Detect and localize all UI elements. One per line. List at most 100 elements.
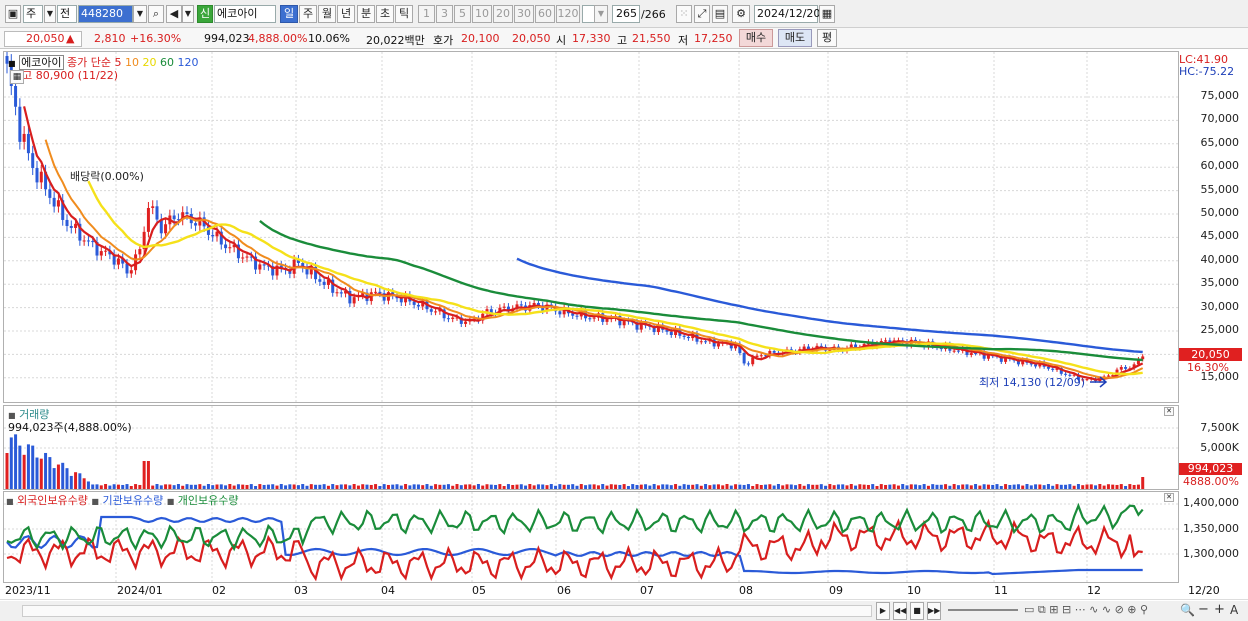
dots-icon[interactable]: ⁙ — [676, 5, 692, 23]
candle-body — [318, 279, 322, 282]
volume-bar — [738, 484, 742, 489]
candle-body — [245, 256, 249, 258]
plus-icon[interactable]: + — [1214, 602, 1225, 617]
volume-bar — [986, 484, 990, 489]
candle-body — [746, 363, 750, 365]
buy-button[interactable]: 매수 — [739, 29, 773, 47]
volume-bar — [189, 484, 193, 489]
volume-close-icon[interactable]: ✕ — [1164, 407, 1174, 416]
interval-30[interactable]: 30 — [514, 5, 534, 23]
tab-daily[interactable]: 일 — [280, 5, 298, 23]
crosshair-icon[interactable]: ⤢ — [694, 5, 710, 23]
volume-bar — [249, 484, 253, 489]
volume-bar — [1124, 485, 1128, 489]
minus-icon[interactable]: − — [1198, 602, 1209, 617]
candle-body — [558, 311, 562, 315]
holdings-pane[interactable]: ■ 외국인보유수량 ■ 기관보유수량 ■ 개인보유수량 ✕ — [3, 491, 1179, 583]
tab-yearly[interactable]: 년 — [337, 5, 355, 23]
holdings-close-icon[interactable]: ✕ — [1164, 493, 1174, 502]
volume-bar — [515, 484, 519, 489]
period-select[interactable]: 전 — [57, 5, 77, 23]
candle-body — [374, 291, 378, 293]
calendar-icon[interactable]: ▦ — [819, 5, 835, 23]
interval-1[interactable]: 1 — [418, 5, 435, 23]
stop-icon[interactable]: ■ — [910, 602, 924, 620]
save-icon[interactable]: ▤ — [712, 5, 728, 23]
tab-second[interactable]: 초 — [376, 5, 394, 23]
stock-name-field[interactable]: 에코아이 — [214, 5, 276, 23]
volume-bar — [494, 484, 498, 489]
volume-bar — [434, 484, 438, 489]
volume-bar — [125, 484, 129, 489]
volume-bar — [146, 461, 150, 489]
candle-body — [986, 355, 990, 359]
interval-120[interactable]: 120 — [556, 5, 580, 23]
tool-icons[interactable]: ▭ ⧉ ⊞ ⊟ ⋯ ∿ ∿ ⊘ ⊕ ⚲ — [1024, 603, 1148, 617]
tab-minute[interactable]: 분 — [357, 5, 375, 23]
candle-body — [211, 234, 215, 237]
volume-bar — [558, 484, 562, 489]
candle-body — [86, 240, 90, 242]
volume-bar — [74, 472, 78, 489]
tab-monthly[interactable]: 월 — [318, 5, 336, 23]
interval-20[interactable]: 20 — [493, 5, 513, 23]
tab-tick[interactable]: 틱 — [395, 5, 413, 23]
zoom-slider[interactable] — [948, 609, 1018, 611]
candle-body — [104, 250, 108, 252]
interval-3[interactable]: 3 — [436, 5, 453, 23]
speaker-icon[interactable]: ◀ — [166, 5, 182, 23]
volume-bar — [969, 485, 973, 489]
x-label-10: 10 — [907, 584, 921, 597]
interval-10[interactable]: 10 — [472, 5, 492, 23]
interval-60[interactable]: 60 — [535, 5, 555, 23]
tab-weekly[interactable]: 주 — [299, 5, 317, 23]
horizontal-scrollbar[interactable] — [22, 605, 872, 617]
volume-bar — [545, 485, 549, 489]
rewind-icon[interactable]: ◀◀ — [893, 602, 907, 620]
gear-icon[interactable]: ⚙ — [732, 5, 750, 23]
volume-bar — [909, 484, 913, 489]
volume-bar — [39, 458, 43, 489]
volume-bar — [206, 484, 210, 489]
volume-bar — [991, 484, 995, 489]
chevron-down-icon[interactable]: ▼ — [44, 5, 56, 23]
count-input[interactable]: 265 — [612, 5, 640, 23]
layout-icon[interactable]: ▣ — [5, 5, 21, 23]
candle-body — [378, 291, 382, 294]
volume-pane[interactable]: ■ 거래량 994,023주(4,888.00%) ✕ — [3, 405, 1179, 490]
volume-bar — [961, 484, 965, 489]
fast-forward-icon[interactable]: ▶▶ — [927, 602, 941, 620]
volume-bar — [26, 444, 30, 489]
market-select[interactable]: 주 — [23, 5, 43, 23]
volume-bar — [1016, 484, 1020, 489]
evaluate-button[interactable]: 평 — [817, 29, 837, 47]
volume-bar — [635, 484, 639, 489]
volume-bar — [155, 484, 159, 489]
interval-5[interactable]: 5 — [454, 5, 471, 23]
sell-button[interactable]: 매도 — [778, 29, 812, 47]
volume-bar — [824, 485, 828, 489]
volume-bar — [506, 484, 510, 489]
scroll-right-icon[interactable]: ▶ — [876, 602, 890, 620]
price-pane[interactable]: ■ 에코아이 종가 단순 5 10 20 60 120 최고 80,900 (1… — [3, 51, 1179, 403]
code-dropdown-icon[interactable]: ▼ — [133, 5, 147, 23]
stock-code-input[interactable]: 448280 — [78, 5, 133, 23]
candle-body — [772, 351, 776, 353]
speaker-dropdown-icon[interactable]: ▼ — [182, 5, 194, 23]
search-icon[interactable]: ⌕ — [148, 5, 164, 23]
candle-body — [99, 251, 103, 256]
high-price: 21,550 — [632, 32, 671, 45]
interval-dropdown-icon[interactable]: ▼ — [594, 5, 608, 23]
volume-bar — [288, 484, 292, 489]
candle-body — [1085, 379, 1089, 381]
volume-bar — [1076, 484, 1080, 489]
candle-body — [1106, 375, 1110, 377]
table-icon[interactable]: ▦ — [10, 70, 24, 84]
candle-body — [185, 212, 189, 214]
volume-bar — [974, 484, 978, 489]
text-size-icon[interactable]: A — [1230, 603, 1238, 617]
date-input[interactable]: 2024/12/20 — [754, 5, 820, 23]
volume-bar — [734, 484, 738, 489]
price-axis: LC:41.90 HC:-75.22 75,000 70,000 65,000 60,… — [1179, 51, 1245, 403]
zoom-out-icon[interactable]: 🔍 — [1180, 603, 1195, 617]
